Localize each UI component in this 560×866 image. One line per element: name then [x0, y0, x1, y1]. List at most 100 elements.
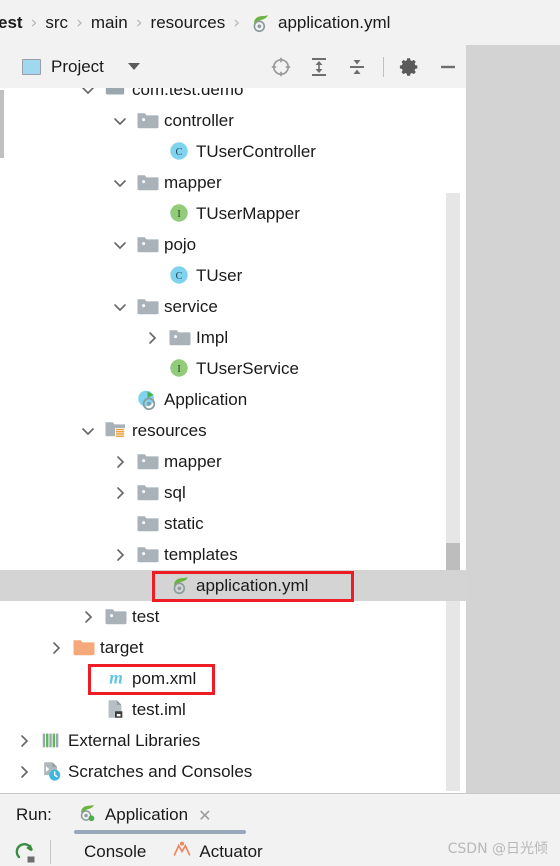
subtab-actuator-label: Actuator [199, 841, 263, 861]
chevron-right-icon[interactable] [144, 330, 160, 346]
chevron-down-icon[interactable] [127, 63, 140, 70]
ide-window: est › src › main › resources › application.yml P… [0, 0, 560, 866]
tree-row[interactable]: External Libraries [0, 725, 466, 756]
subtab-actuator[interactable]: Actuator [172, 839, 263, 864]
tree-row-label: External Libraries [68, 731, 201, 750]
tree-row[interactable]: I TUserMapper [0, 198, 466, 229]
chevron-down-icon[interactable] [112, 113, 128, 129]
rerun-icon[interactable] [12, 840, 38, 864]
svg-text:m: m [109, 668, 123, 688]
toolbar-divider [383, 56, 384, 77]
run-tab-application[interactable]: Application ✕ [72, 794, 246, 836]
folder-icon [136, 450, 160, 472]
collapse-all-icon[interactable] [345, 55, 369, 79]
tree-row[interactable]: pojo [0, 229, 466, 260]
breadcrumb-label: main [90, 12, 128, 32]
tree-row[interactable]: mapper [0, 167, 466, 198]
project-tool-window: Project com.test.demo controller C TUser… [0, 45, 466, 793]
tree-row-label: static [164, 514, 204, 533]
tree-row-label: application.yml [196, 576, 309, 595]
iml-file-icon [104, 698, 126, 720]
active-tab-underline [73, 830, 246, 834]
maven-icon: m [104, 667, 128, 689]
tree-row[interactable]: templates [0, 539, 466, 570]
minimize-icon[interactable] [436, 55, 460, 79]
breadcrumb-separator: › [135, 12, 143, 33]
tree-row-label: mapper [164, 173, 222, 192]
folder-icon [104, 605, 128, 627]
breadcrumb-item-est[interactable]: est [0, 13, 25, 33]
breadcrumb-label: est [0, 12, 23, 32]
project-panel-header: Project [0, 45, 466, 88]
breadcrumb-label: application.yml [278, 12, 391, 32]
tree-row[interactable]: service [0, 291, 466, 322]
project-view-selector[interactable]: Project [22, 57, 140, 77]
folder-icon [136, 481, 160, 503]
interface-icon: I [168, 202, 190, 224]
breadcrumb-item-application-yml[interactable]: application.yml [246, 12, 392, 34]
tree-row[interactable]: mapper [0, 446, 466, 477]
chevron-right-icon[interactable] [16, 764, 32, 780]
tree-row-label: controller [164, 111, 234, 130]
class-icon: C [168, 264, 190, 286]
tree-row[interactable]: Impl [0, 322, 466, 353]
resources-folder-icon [104, 419, 128, 441]
tree-row[interactable]: C TUser [0, 260, 466, 291]
breadcrumb-item-resources[interactable]: resources [149, 13, 228, 33]
tree-row[interactable]: controller [0, 105, 466, 136]
close-icon[interactable]: ✕ [198, 806, 211, 825]
excluded-folder-icon [72, 636, 96, 658]
tree-row[interactable]: Scratches and Consoles [0, 756, 466, 787]
tree-row[interactable]: application.yml [0, 570, 466, 601]
breadcrumb-item-main[interactable]: main [89, 13, 130, 33]
chevron-down-icon[interactable] [112, 237, 128, 253]
chevron-right-icon[interactable] [80, 609, 96, 625]
chevron-right-icon[interactable] [112, 485, 128, 501]
folder-icon [136, 233, 160, 255]
breadcrumb-item-src[interactable]: src [43, 13, 70, 33]
chevron-down-icon[interactable] [80, 88, 96, 98]
tree-row-label: Impl [196, 328, 229, 347]
subtab-console[interactable]: Console [77, 842, 146, 862]
folder-icon [136, 109, 160, 131]
breadcrumb-separator: › [233, 12, 240, 33]
editor-area[interactable] [466, 45, 560, 793]
breadcrumb-separator: › [30, 12, 38, 33]
tree-row[interactable]: test.iml [0, 694, 466, 725]
chevron-down-icon[interactable] [112, 299, 128, 315]
run-tab-label: Application [104, 805, 189, 824]
chevron-right-icon[interactable] [112, 454, 128, 470]
svg-text:I: I [177, 209, 180, 220]
project-tree[interactable]: com.test.demo controller C TUserController m… [0, 88, 466, 793]
tree-row[interactable]: sql [0, 477, 466, 508]
chevron-right-icon[interactable] [112, 547, 128, 563]
spring-boot-class-icon [136, 388, 159, 411]
expand-all-icon[interactable] [307, 55, 331, 79]
svg-text:C: C [176, 147, 183, 158]
tree-row[interactable]: target [0, 632, 466, 663]
spring-config-icon [168, 574, 191, 596]
folder-icon [136, 295, 160, 317]
tree-row-label: mapper [164, 452, 222, 471]
breadcrumb-label: resources [150, 12, 226, 32]
spring-config-icon [248, 12, 271, 34]
chevron-right-icon[interactable] [48, 640, 64, 656]
tree-row-label: templates [164, 545, 238, 564]
chevron-down-icon[interactable] [80, 423, 96, 439]
chevron-down-icon[interactable] [112, 175, 128, 191]
tree-row-label: pom.xml [132, 669, 197, 688]
tree-row[interactable]: m pom.xml [0, 663, 466, 694]
tree-row[interactable]: C TUserController [0, 136, 466, 167]
subtab-console-label: Console [84, 841, 147, 861]
tree-row[interactable]: static [0, 508, 466, 539]
tree-row[interactable]: I TUserService [0, 353, 466, 384]
tree-row-label: resources [132, 421, 207, 440]
tree-row[interactable]: resources [0, 415, 466, 446]
locate-in-tree-icon[interactable] [269, 55, 293, 79]
chevron-right-icon[interactable] [16, 733, 32, 749]
panel-toolbar [269, 45, 460, 88]
tree-row[interactable]: com.test.demo [0, 88, 466, 105]
tree-row[interactable]: Application [0, 384, 466, 415]
tree-row[interactable]: test [0, 601, 466, 632]
settings-gear-icon[interactable] [398, 55, 422, 79]
